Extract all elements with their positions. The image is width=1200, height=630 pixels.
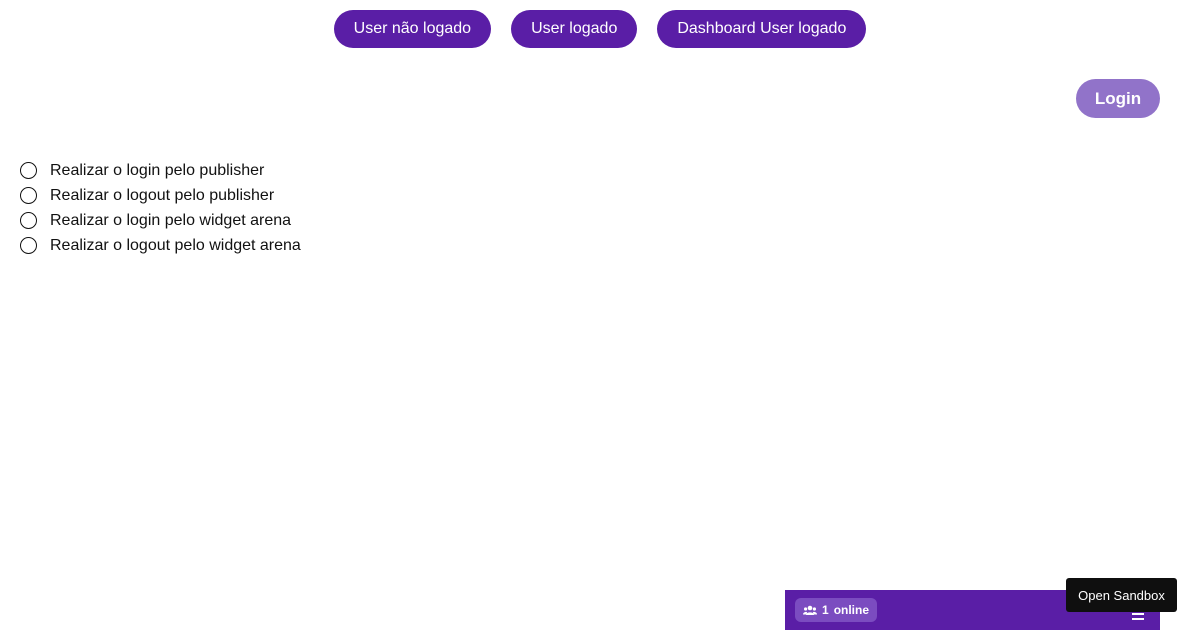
option-logout-widget-arena[interactable]: Realizar o logout pelo widget arena xyxy=(20,233,301,258)
radio-button[interactable] xyxy=(20,237,37,254)
open-sandbox-button[interactable]: Open Sandbox xyxy=(1066,578,1177,612)
user-not-logged-button[interactable]: User não logado xyxy=(333,10,492,48)
login-button[interactable]: Login xyxy=(1076,79,1160,118)
radio-button[interactable] xyxy=(20,187,37,204)
option-login-publisher[interactable]: Realizar o login pelo publisher xyxy=(20,158,301,183)
online-badge: 1 online xyxy=(795,598,878,622)
user-logged-button[interactable]: User logado xyxy=(511,10,638,48)
users-icon xyxy=(803,605,817,616)
radio-button[interactable] xyxy=(20,212,37,229)
option-label: Realizar o login pelo widget arena xyxy=(50,211,292,229)
dashboard-user-logged-button[interactable]: Dashboard User logado xyxy=(657,10,867,48)
option-label: Realizar o login pelo publisher xyxy=(50,161,265,179)
option-label: Realizar o logout pelo widget arena xyxy=(50,236,301,254)
online-count: 1 xyxy=(822,603,829,617)
option-login-widget-arena[interactable]: Realizar o login pelo widget arena xyxy=(20,208,301,233)
option-label: Realizar o logout pelo publisher xyxy=(50,186,275,204)
page: User não logado User logado Dashboard Us… xyxy=(0,0,1200,630)
task-options-list: Realizar o login pelo publisher Realizar… xyxy=(20,158,301,258)
option-logout-publisher[interactable]: Realizar o logout pelo publisher xyxy=(20,183,301,208)
top-nav: User não logado User logado Dashboard Us… xyxy=(0,10,1200,48)
online-label: online xyxy=(833,603,870,617)
radio-button[interactable] xyxy=(20,162,37,179)
